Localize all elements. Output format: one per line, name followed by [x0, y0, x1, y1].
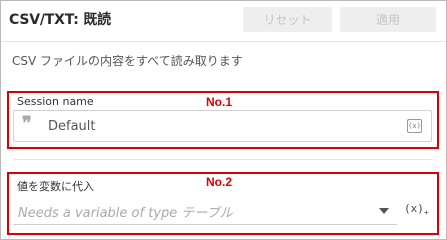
page-title: CSV/TXT: 既読 [9, 12, 111, 28]
reset-button[interactable]: リセット [243, 7, 332, 32]
section-divider [14, 159, 432, 160]
description-text: CSV ファイルの内容をすべて読み取ります [12, 54, 243, 68]
header-divider [1, 41, 446, 42]
annotation-label-1: No.1 [206, 95, 233, 109]
annotation-label-2: No.2 [206, 175, 233, 189]
apply-button[interactable]: 適用 [340, 7, 436, 32]
